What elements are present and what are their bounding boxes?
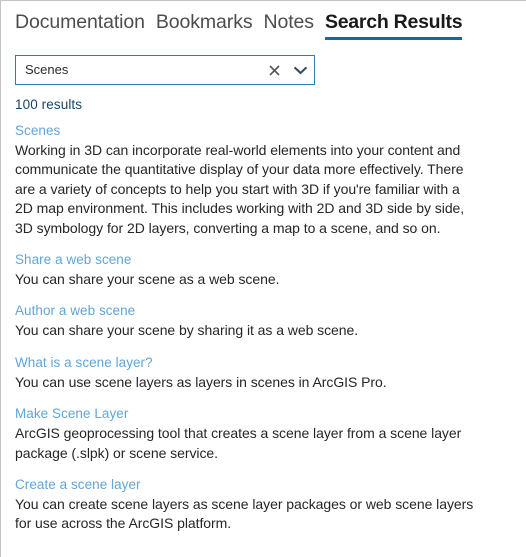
- result-item: Share a web scene You can share your sce…: [15, 251, 526, 289]
- result-item: What is a scene layer? You can use scene…: [15, 354, 526, 392]
- clear-search-button[interactable]: [261, 56, 287, 84]
- tab-notes[interactable]: Notes: [264, 11, 315, 43]
- chevron-down-icon: [294, 66, 307, 74]
- result-snippet: You can share your scene by sharing it a…: [15, 322, 359, 339]
- results-list: 100 results Scenes Working in 3D can inc…: [1, 85, 526, 534]
- result-title-link[interactable]: Create a scene layer: [15, 476, 526, 494]
- result-title-link[interactable]: Scenes: [15, 122, 526, 140]
- result-item: Author a web scene You can share your sc…: [15, 302, 526, 340]
- tab-search-results[interactable]: Search Results: [324, 11, 463, 43]
- tab-strip: Documentation Bookmarks Notes Search Res…: [1, 1, 526, 43]
- result-snippet: You can use scene layers as layers in sc…: [15, 373, 387, 390]
- close-x-icon: [268, 64, 280, 76]
- tab-documentation[interactable]: Documentation: [15, 11, 145, 43]
- result-title-link[interactable]: Make Scene Layer: [15, 405, 526, 423]
- result-snippet: ArcGIS geoprocessing tool that creates a…: [15, 425, 462, 461]
- result-snippet: You can share your scene as a web scene.: [15, 271, 280, 288]
- result-snippet: You can create scene layers as scene lay…: [15, 496, 474, 532]
- result-title-link[interactable]: What is a scene layer?: [15, 354, 526, 372]
- result-item: Create a scene layer You can create scen…: [15, 476, 526, 534]
- search-input[interactable]: Scenes: [16, 62, 261, 78]
- tab-bookmarks[interactable]: Bookmarks: [156, 11, 253, 43]
- result-snippet: Working in 3D can incorporate real-world…: [15, 142, 465, 236]
- results-count: 100 results: [15, 97, 83, 112]
- search-combobox[interactable]: Scenes: [15, 55, 315, 85]
- result-item: Scenes Working in 3D can incorporate rea…: [15, 122, 526, 238]
- result-item: Make Scene Layer ArcGIS geoprocessing to…: [15, 405, 526, 463]
- result-title-link[interactable]: Share a web scene: [15, 251, 526, 269]
- search-results-panel: Documentation Bookmarks Notes Search Res…: [0, 0, 526, 557]
- result-title-link[interactable]: Author a web scene: [15, 302, 526, 320]
- search-dropdown-button[interactable]: [287, 56, 314, 84]
- search-row: Scenes: [1, 43, 526, 85]
